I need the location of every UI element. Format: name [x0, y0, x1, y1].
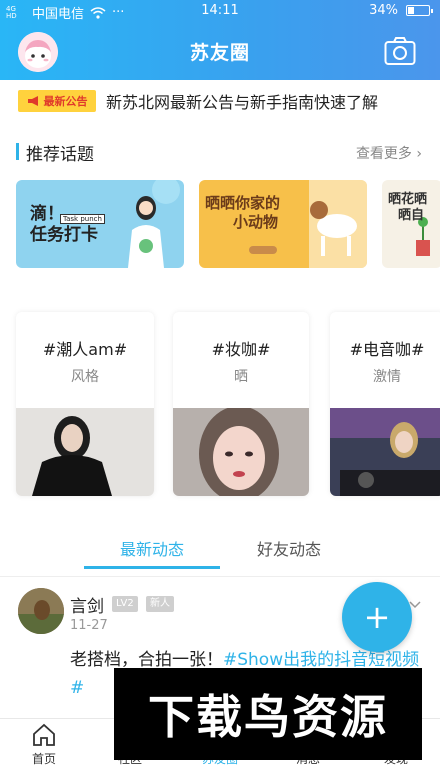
- topic-card-line2: 小动物: [233, 212, 279, 231]
- post-author-avatar[interactable]: [18, 588, 64, 634]
- megaphone-icon: [27, 96, 38, 106]
- hot-topic-card[interactable]: #电音咖# 激情: [330, 312, 440, 496]
- hot-topic-photo: [16, 408, 154, 496]
- topic-card-line1: 晒晒你家的: [205, 194, 281, 212]
- level-badge: LV2: [112, 596, 138, 612]
- hot-topic-subtitle: 激情: [373, 369, 401, 385]
- topic-card-pets[interactable]: 晒晒你家的 小动物: [199, 180, 367, 268]
- app-header: 4G HD 中国电信 ··· 14:11 34% 苏友圈: [0, 0, 440, 80]
- watermark-overlay: 下载鸟资源: [114, 668, 422, 760]
- camera-icon[interactable]: [384, 36, 416, 66]
- hot-topic-subtitle: 风格: [71, 369, 99, 385]
- battery-percent: 34%: [369, 3, 398, 18]
- nav-item-home[interactable]: 首页: [14, 723, 74, 767]
- hot-topic-subtitle: 晒: [234, 369, 248, 385]
- announcement-text: 新苏北网最新公告与新手指南快速了解: [106, 93, 379, 112]
- status-bar: 4G HD 中国电信 ··· 14:11 34%: [0, 0, 440, 22]
- plus-icon: +: [363, 598, 391, 636]
- hot-topic-title: #妆咖#: [211, 340, 271, 359]
- chevron-right-icon: ›: [416, 146, 422, 162]
- battery-level: [408, 7, 415, 14]
- divider: [0, 576, 440, 577]
- tab-friends[interactable]: 好友动态: [257, 536, 321, 560]
- section-accent-bar: [16, 143, 19, 160]
- hot-topic-photo: [330, 408, 440, 496]
- hot-topic-title: #电音咖#: [349, 340, 425, 359]
- announcement-bar[interactable]: 最新公告 新苏北网最新公告与新手指南快速了解: [18, 86, 428, 116]
- topic-card-line2: 晒自: [398, 208, 425, 224]
- nav-label: 首页: [31, 752, 56, 766]
- announcement-badge-label: 最新公告: [43, 95, 88, 108]
- battery-icon: [406, 5, 433, 16]
- newbie-badge: 新人: [146, 596, 174, 612]
- hot-topic-title: #潮人am#: [42, 340, 128, 359]
- topic-card-flowers[interactable]: 晒花晒 晒自: [382, 180, 440, 268]
- topic-card-small-label: Task punch: [60, 214, 105, 224]
- page-title: 苏友圈: [189, 42, 250, 64]
- post-date: 11-27: [70, 618, 108, 633]
- section-title: 推荐话题: [26, 145, 94, 165]
- active-tab-indicator: [84, 566, 220, 569]
- topic-card-line1: 晒花晒: [388, 192, 428, 207]
- see-more-label: 查看更多: [355, 146, 412, 162]
- hot-topic-photo: [173, 408, 309, 496]
- topic-card-line2: 任务打卡: [30, 225, 98, 246]
- recommended-topics-header: 推荐话题 查看更多 ›: [16, 140, 426, 165]
- post-text: 老搭档，合拍一张！: [70, 650, 223, 670]
- topic-card-task[interactable]: 滴！ 任务打卡 Task punch: [16, 180, 184, 268]
- see-more-link[interactable]: 查看更多 ›: [356, 143, 422, 163]
- hot-topic-card[interactable]: #妆咖# 晒: [173, 312, 309, 496]
- feed-tabs: 最新动态 好友动态: [0, 528, 440, 570]
- hot-topic-card[interactable]: #潮人am# 风格: [16, 312, 154, 496]
- home-icon: [33, 723, 55, 746]
- tab-latest[interactable]: 最新动态: [120, 536, 184, 560]
- post-author-name[interactable]: 言剑: [70, 592, 104, 617]
- announcement-badge: 最新公告: [18, 90, 96, 112]
- compose-button[interactable]: +: [342, 582, 412, 652]
